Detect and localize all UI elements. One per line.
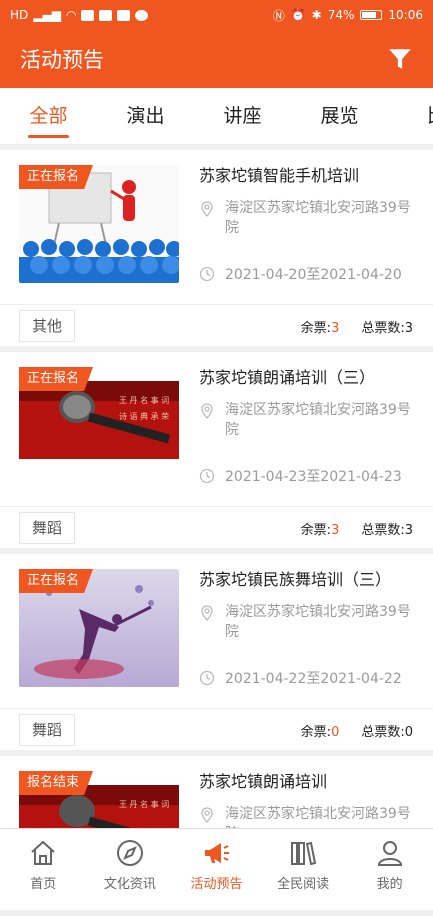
alarm-icon: ⏰ (290, 8, 306, 22)
hd-indicator: HD (10, 8, 29, 22)
status-badge: 正在报名 (19, 367, 94, 391)
status-bar: HD ▂▄▆ ◠ Ⓝ ⏰ ✱ 74% 10:06 (0, 0, 433, 30)
activity-card[interactable]: 正在报名 苏家坨镇民族舞培训（三） 海淀区苏家坨镇北安河路39号院 2021-0… (0, 554, 433, 750)
total-tickets: 总票数:3 (361, 320, 413, 336)
notification-icon (117, 9, 131, 21)
location-pin-icon (201, 403, 213, 419)
clock-icon (199, 670, 215, 686)
svg-text:王 丹 名 事 词: 王 丹 名 事 词 (119, 799, 169, 809)
total-tickets: 总票数:3 (361, 522, 413, 538)
nav-culture-news[interactable]: 文化资讯 (87, 829, 174, 900)
activity-title: 苏家坨镇智能手机培训 (199, 166, 360, 185)
nav-label: 首页 (30, 876, 57, 892)
activity-list: 正在报名 苏家坨镇智能手机培训 海淀区苏家坨镇北安河路39号院 2021-04-… (0, 150, 433, 916)
clock: 10:06 (388, 8, 423, 22)
activity-card[interactable]: 正在报名 苏家坨镇智能手机培训 海淀区苏家坨镇北安河路39号院 2021-04-… (0, 150, 433, 346)
ticket-info: 余票:3 总票数:3 (301, 507, 413, 549)
ticket-info: 余票:0 总票数:0 (301, 709, 413, 751)
location-pin-icon (201, 201, 213, 217)
nav-label: 活动预告 (190, 876, 243, 892)
activity-location: 海淀区苏家坨镇北安河路39号院 (199, 198, 419, 238)
clock-icon (199, 468, 215, 484)
ticket-info: 余票:3 总票数:3 (301, 305, 413, 347)
activity-title: 苏家坨镇民族舞培训（三） (199, 570, 392, 589)
date-text: 2021-04-23至2021-04-23 (225, 469, 402, 485)
activity-location: 海淀区苏家坨镇北安河路39号院 (199, 400, 419, 440)
status-badge: 报名结束 (19, 771, 94, 795)
tab-competition[interactable]: 比 (388, 88, 433, 144)
person-icon (377, 840, 402, 866)
bottom-navigation: 首页 文化资讯 活动预告 全民阅读 我的 (0, 828, 433, 900)
nav-profile[interactable]: 我的 (346, 829, 433, 900)
location-text: 海淀区苏家坨镇北安河路39号院 (225, 604, 411, 640)
status-right: Ⓝ ⏰ ✱ 74% 10:06 (273, 7, 423, 24)
tab-lecture[interactable]: 讲座 (194, 88, 291, 144)
tab-exhibition[interactable]: 展览 (291, 88, 388, 144)
signal-icon: ▂▄▆ (33, 8, 61, 22)
activity-title: 苏家坨镇朗诵培训 (199, 772, 328, 791)
activity-card[interactable]: 王 丹 名 事 词 诗 语 典 承 荣 正在报名 苏家坨镇朗诵培训（三） 海淀区… (0, 352, 433, 548)
status-badge: 正在报名 (19, 569, 94, 593)
location-pin-icon (201, 807, 213, 823)
date-text: 2021-04-20至2021-04-20 (225, 267, 402, 283)
status-badge: 正在报名 (19, 165, 94, 189)
category-tag: 舞蹈 (19, 714, 76, 746)
home-icon (31, 840, 55, 865)
compass-icon (116, 839, 143, 866)
app-bar: 活动预告 (0, 30, 433, 88)
location-pin-icon (201, 605, 213, 621)
nav-activity-preview[interactable]: 活动预告 (173, 829, 260, 900)
notification-icon (81, 9, 95, 21)
nfc-icon: Ⓝ (272, 8, 285, 23)
remaining-tickets: 余票:0 (300, 724, 340, 740)
category-tag: 舞蹈 (19, 512, 76, 544)
wifi-icon: ◠ (65, 8, 77, 22)
remaining-tickets: 余票:3 (300, 320, 340, 336)
page-title: 活动预告 (20, 48, 104, 72)
notification-icon (99, 9, 113, 21)
tab-performance[interactable]: 演出 (97, 88, 194, 144)
battery-percent: 74% (327, 8, 355, 22)
books-icon (291, 841, 317, 865)
megaphone-icon (205, 842, 230, 863)
nav-label: 文化资讯 (103, 876, 156, 892)
status-left: HD ▂▄▆ ◠ (10, 8, 149, 22)
nav-label: 全民阅读 (277, 876, 330, 892)
location-text: 海淀区苏家坨镇北安河路39号院 (225, 200, 411, 236)
nav-label: 我的 (376, 876, 403, 892)
activity-location: 海淀区苏家坨镇北安河路39号院 (199, 602, 419, 642)
activity-date: 2021-04-23至2021-04-23 (199, 466, 402, 486)
clock-icon (199, 266, 215, 282)
svg-text:诗 语 典 承 荣: 诗 语 典 承 荣 (119, 411, 169, 421)
tab-all[interactable]: 全部 (0, 88, 97, 144)
category-tag: 其他 (19, 310, 76, 342)
activity-date: 2021-04-20至2021-04-20 (199, 264, 402, 284)
nav-reading[interactable]: 全民阅读 (260, 829, 347, 900)
activity-date: 2021-04-22至2021-04-22 (199, 668, 402, 688)
date-text: 2021-04-22至2021-04-22 (225, 671, 402, 687)
battery-icon (360, 10, 383, 20)
location-text: 海淀区苏家坨镇北安河路39号院 (225, 402, 411, 438)
remaining-tickets: 余票:3 (300, 522, 340, 538)
activity-title: 苏家坨镇朗诵培训（三） (199, 368, 376, 387)
category-tabs: 全部 演出 讲座 展览 比 (0, 88, 433, 145)
svg-text:王 丹 名 事 词: 王 丹 名 事 词 (119, 395, 169, 405)
filter-icon[interactable] (387, 46, 413, 72)
total-tickets: 总票数:0 (361, 724, 413, 740)
bluetooth-icon: ✱ (311, 8, 322, 22)
nav-home[interactable]: 首页 (0, 829, 87, 900)
notification-icon (135, 9, 149, 21)
